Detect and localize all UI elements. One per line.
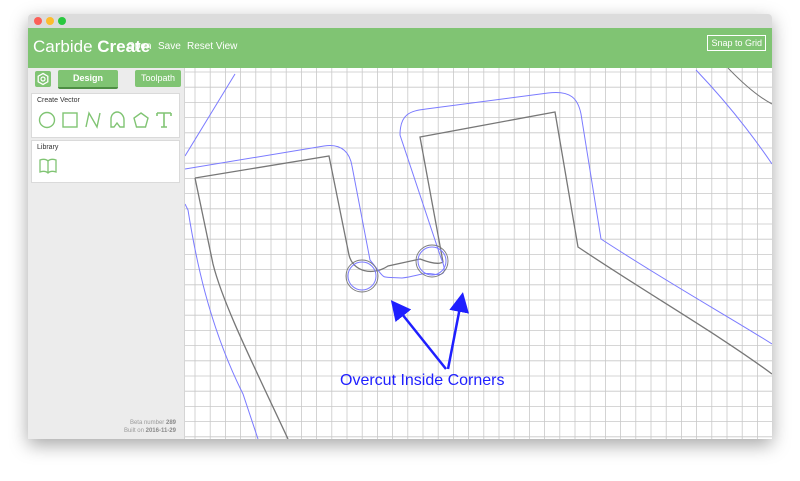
arrow-to-right-corner bbox=[446, 292, 469, 370]
zoom-window-button[interactable] bbox=[58, 17, 66, 25]
brand-light: Carbide bbox=[33, 37, 93, 56]
beta-number: 289 bbox=[165, 420, 176, 426]
offset-arc-top-right bbox=[695, 69, 772, 165]
built-prefix: Built on bbox=[123, 428, 144, 434]
build-date-line: Built on 2016-11-29 bbox=[28, 428, 176, 434]
shape-arc-top-right bbox=[727, 67, 772, 105]
reset-view-menu-item[interactable]: Reset View bbox=[187, 41, 237, 52]
library-panel: Library bbox=[31, 140, 180, 183]
left-sidebar: Design Toolpath Create Vector Library Be… bbox=[28, 68, 185, 439]
close-window-button[interactable] bbox=[34, 17, 42, 25]
tab-design[interactable]: Design bbox=[58, 70, 118, 89]
gear-icon[interactable] bbox=[35, 71, 51, 87]
snap-to-grid-button[interactable]: Snap to Grid bbox=[707, 35, 766, 51]
tab-toolpath[interactable]: Toolpath bbox=[135, 70, 181, 87]
rectangle-icon[interactable] bbox=[61, 111, 79, 129]
beta-number-line: Beta number 289 bbox=[28, 420, 176, 426]
circle-icon[interactable] bbox=[38, 111, 56, 129]
title-bar bbox=[28, 14, 772, 29]
app-toolbar: Carbide Create Open Save Reset View Snap… bbox=[28, 28, 772, 68]
open-menu-item[interactable]: Open bbox=[127, 41, 151, 52]
create-vector-title: Create Vector bbox=[37, 97, 80, 104]
curve-icon[interactable] bbox=[108, 111, 126, 129]
create-vector-panel: Create Vector bbox=[31, 93, 180, 138]
annotation-label: Overcut Inside Corners bbox=[340, 372, 505, 389]
shape-outline-left bbox=[194, 177, 289, 439]
offset-toolpath-right bbox=[184, 91, 772, 345]
library-title: Library bbox=[37, 144, 59, 151]
text-icon[interactable] bbox=[155, 111, 173, 129]
polyline-icon[interactable] bbox=[84, 111, 102, 129]
polygon-icon[interactable] bbox=[132, 111, 150, 129]
built-date: 2016-11-29 bbox=[145, 428, 176, 434]
beta-prefix: Beta number bbox=[129, 420, 165, 426]
save-menu-item[interactable]: Save bbox=[158, 41, 181, 52]
book-icon[interactable] bbox=[39, 158, 57, 174]
minimize-window-button[interactable] bbox=[46, 17, 54, 25]
